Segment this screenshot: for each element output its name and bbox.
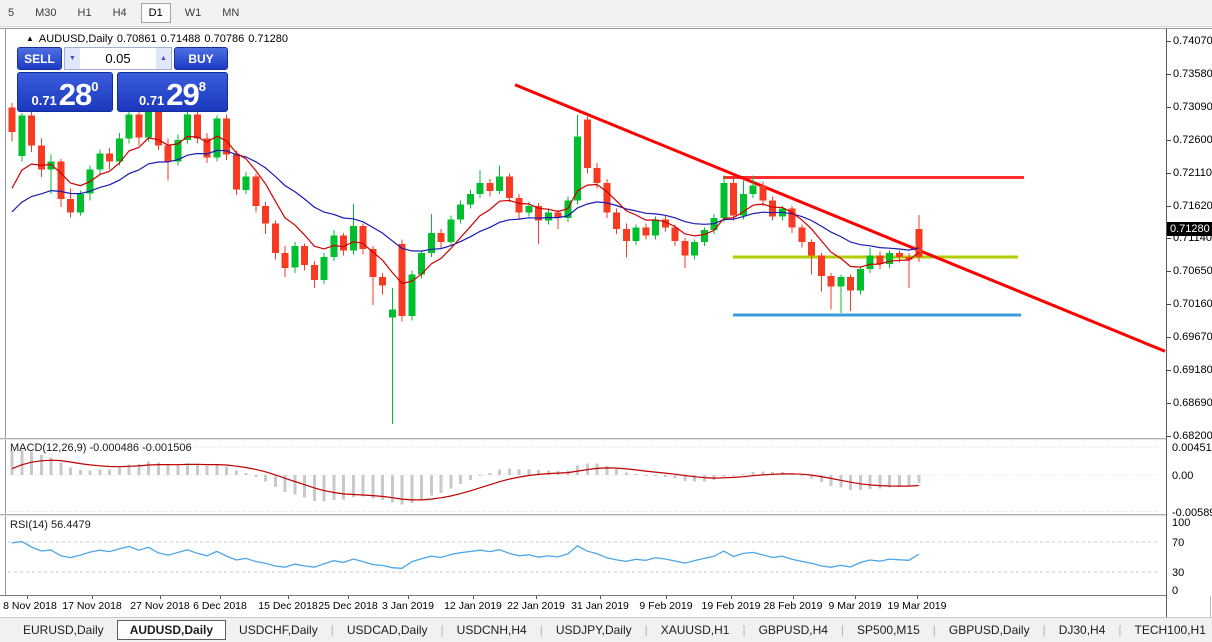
date-tick — [288, 596, 289, 599]
lot-size-input[interactable]: 0.05 — [80, 48, 156, 69]
panel-splitter-macd[interactable] — [0, 438, 1212, 440]
lot-size-group: ▼ 0.05 ▲ — [64, 47, 172, 70]
chart-tab-sp500-m15[interactable]: SP500,M15 — [844, 620, 933, 640]
date-tick — [600, 596, 601, 599]
date-axis-label: 3 Jan 2019 — [382, 600, 434, 612]
price-axis-label: 0.72110 — [1167, 166, 1212, 179]
date-axis-label: 22 Jan 2019 — [507, 600, 565, 612]
rsi-axis-label: 30 — [1172, 567, 1185, 579]
sell-button[interactable]: SELL — [17, 47, 62, 70]
price-axis-label: 0.72600 — [1167, 133, 1212, 146]
bid-pips: 28 — [58, 77, 92, 112]
chart-tab-xauusd-h1[interactable]: XAUUSD,H1 — [648, 620, 743, 640]
chart-tab-eurusd-daily[interactable]: EURUSD,Daily — [10, 620, 117, 640]
date-tick — [536, 596, 537, 599]
chart-tab-audusd-daily[interactable]: AUDUSD,Daily — [116, 620, 227, 640]
date-axis-label: 19 Mar 2019 — [887, 600, 947, 612]
timeframe-button-d1[interactable]: D1 — [140, 3, 171, 23]
date-tick — [731, 596, 732, 599]
date-tick — [666, 596, 667, 599]
lot-decrease-icon[interactable]: ▼ — [65, 48, 80, 69]
date-axis-label: 27 Nov 2018 — [130, 600, 190, 612]
timeframe-button-h1[interactable]: H1 — [71, 4, 99, 22]
price-axis-label: 0.69670 — [1167, 331, 1212, 344]
date-tick — [348, 596, 349, 599]
price-axis-label: 0.70650 — [1167, 265, 1212, 278]
date-axis-label: 8 Nov 2018 — [3, 600, 57, 612]
timeframe-button-w1[interactable]: W1 — [178, 4, 209, 22]
rsi-axis-label: 100 — [1172, 517, 1191, 529]
chart-symbol-ohlc: ▲ AUDUSD,Daily 0.70861 0.71488 0.70786 0.7128… — [26, 33, 292, 45]
ask-point: 8 — [198, 79, 207, 94]
timeframe-button-mn[interactable]: MN — [215, 4, 246, 22]
date-axis-label: 17 Nov 2018 — [62, 600, 122, 612]
current-price-badge: 0.71280 — [1167, 221, 1212, 236]
symbol-label: AUDUSD,Daily — [38, 33, 113, 45]
bid-point: 0 — [91, 79, 99, 94]
macd-axis-label: 0.004517 — [1172, 442, 1212, 454]
mt4-window: 5 M30 H1 H4 D1 W1 MN ▲ AUDUSD,Daily 0.70861 0.714… — [0, 0, 1212, 642]
price-axis-label: 0.69180 — [1167, 364, 1212, 377]
rsi-axis-label: 70 — [1172, 537, 1185, 549]
timeframe-button-m30[interactable]: M30 — [28, 4, 63, 22]
date-axis-label: 19 Feb 2019 — [701, 600, 761, 612]
ohlc-open: 0.70861 — [116, 33, 157, 45]
date-tick — [473, 596, 474, 599]
date-axis-label: 9 Feb 2019 — [639, 600, 693, 612]
date-tick — [408, 596, 409, 599]
date-axis-label: 31 Jan 2019 — [571, 600, 629, 612]
macd-indicator-label: MACD(12,26,9) -0.000486 -0.001506 — [10, 442, 192, 454]
ask-pips: 29 — [166, 77, 199, 112]
chart-tab-usdcnh-h4[interactable]: USDCNH,H4 — [444, 620, 540, 640]
timeframe-button-h4[interactable]: H4 — [106, 4, 134, 22]
price-axis-label: 0.74070 — [1167, 35, 1212, 47]
chart-tab-tech100-h1[interactable]: TECH100,H1 — [1122, 620, 1212, 640]
rsi-indicator-label: RSI(14) 56.4479 — [10, 519, 91, 531]
date-axis-label: 25 Dec 2018 — [318, 600, 378, 612]
price-axis-label: 0.68690 — [1167, 397, 1212, 410]
timeframe-button-5[interactable]: 5 — [1, 4, 21, 22]
date-axis-label: 15 Dec 2018 — [258, 600, 318, 612]
lot-increase-icon[interactable]: ▲ — [156, 48, 171, 69]
ask-price-button[interactable]: 0.71 29 8 — [117, 72, 228, 112]
date-tick — [855, 596, 856, 599]
date-axis-label: 6 Dec 2018 — [193, 600, 247, 612]
chart-tab-usdchf-daily[interactable]: USDCHF,Daily — [226, 620, 331, 640]
chart-tab-bar: EURUSD,Daily AUDUSD,Daily USDCHF,Daily | USD… — [0, 617, 1212, 642]
chart-tab-usdjpy-daily[interactable]: USDJPY,Daily — [543, 620, 645, 640]
date-tick — [160, 596, 161, 599]
price-axis-label: 0.73580 — [1167, 67, 1212, 80]
date-tick — [92, 596, 93, 599]
collapse-arrow-icon[interactable]: ▲ — [26, 34, 34, 43]
price-axis-label: 0.70160 — [1167, 298, 1212, 311]
price-axis-label: 0.68200 — [1167, 430, 1212, 443]
ask-prefix: 0.71 — [138, 93, 165, 108]
chart-tab-dj30-h4[interactable]: DJ30,H4 — [1046, 620, 1119, 640]
chart-tab-gbpusd-daily[interactable]: GBPUSD,Daily — [936, 620, 1043, 640]
one-click-trading-panel: SELL ▼ 0.05 ▲ BUY 0.71 28 0 0.71 29 8 — [17, 47, 228, 112]
bid-price-button[interactable]: 0.71 28 0 — [17, 72, 113, 112]
chart-tab-usdcad-daily[interactable]: USDCAD,Daily — [334, 620, 441, 640]
date-axis-label: 9 Mar 2019 — [828, 600, 882, 612]
price-chart[interactable] — [0, 29, 1166, 596]
date-axis-label: 12 Jan 2019 — [444, 600, 502, 612]
chart-tab-gbpusd-h4[interactable]: GBPUSD,H4 — [746, 620, 841, 640]
date-axis-label: 28 Feb 2019 — [763, 600, 823, 612]
ohlc-low: 0.70786 — [204, 33, 245, 45]
date-tick — [27, 596, 28, 599]
timeframe-toolbar: 5 M30 H1 H4 D1 W1 MN — [0, 0, 1212, 27]
panel-splitter-rsi[interactable] — [0, 514, 1212, 516]
bid-prefix: 0.71 — [31, 93, 57, 108]
price-axis-label: 0.71620 — [1167, 199, 1212, 212]
ohlc-close: 0.71280 — [248, 33, 288, 45]
date-axis[interactable]: 8 Nov 2018 17 Nov 2018 27 Nov 2018 6 Dec 20… — [0, 596, 1166, 617]
ohlc-high: 0.71488 — [160, 33, 201, 45]
buy-button[interactable]: BUY — [174, 47, 228, 70]
price-axis-label: 0.73090 — [1167, 100, 1212, 113]
macd-axis-label: 0.00 — [1172, 470, 1194, 482]
date-tick — [917, 596, 918, 599]
date-tick — [220, 596, 221, 599]
rsi-axis-label: 0 — [1172, 585, 1179, 597]
date-tick — [793, 596, 794, 599]
